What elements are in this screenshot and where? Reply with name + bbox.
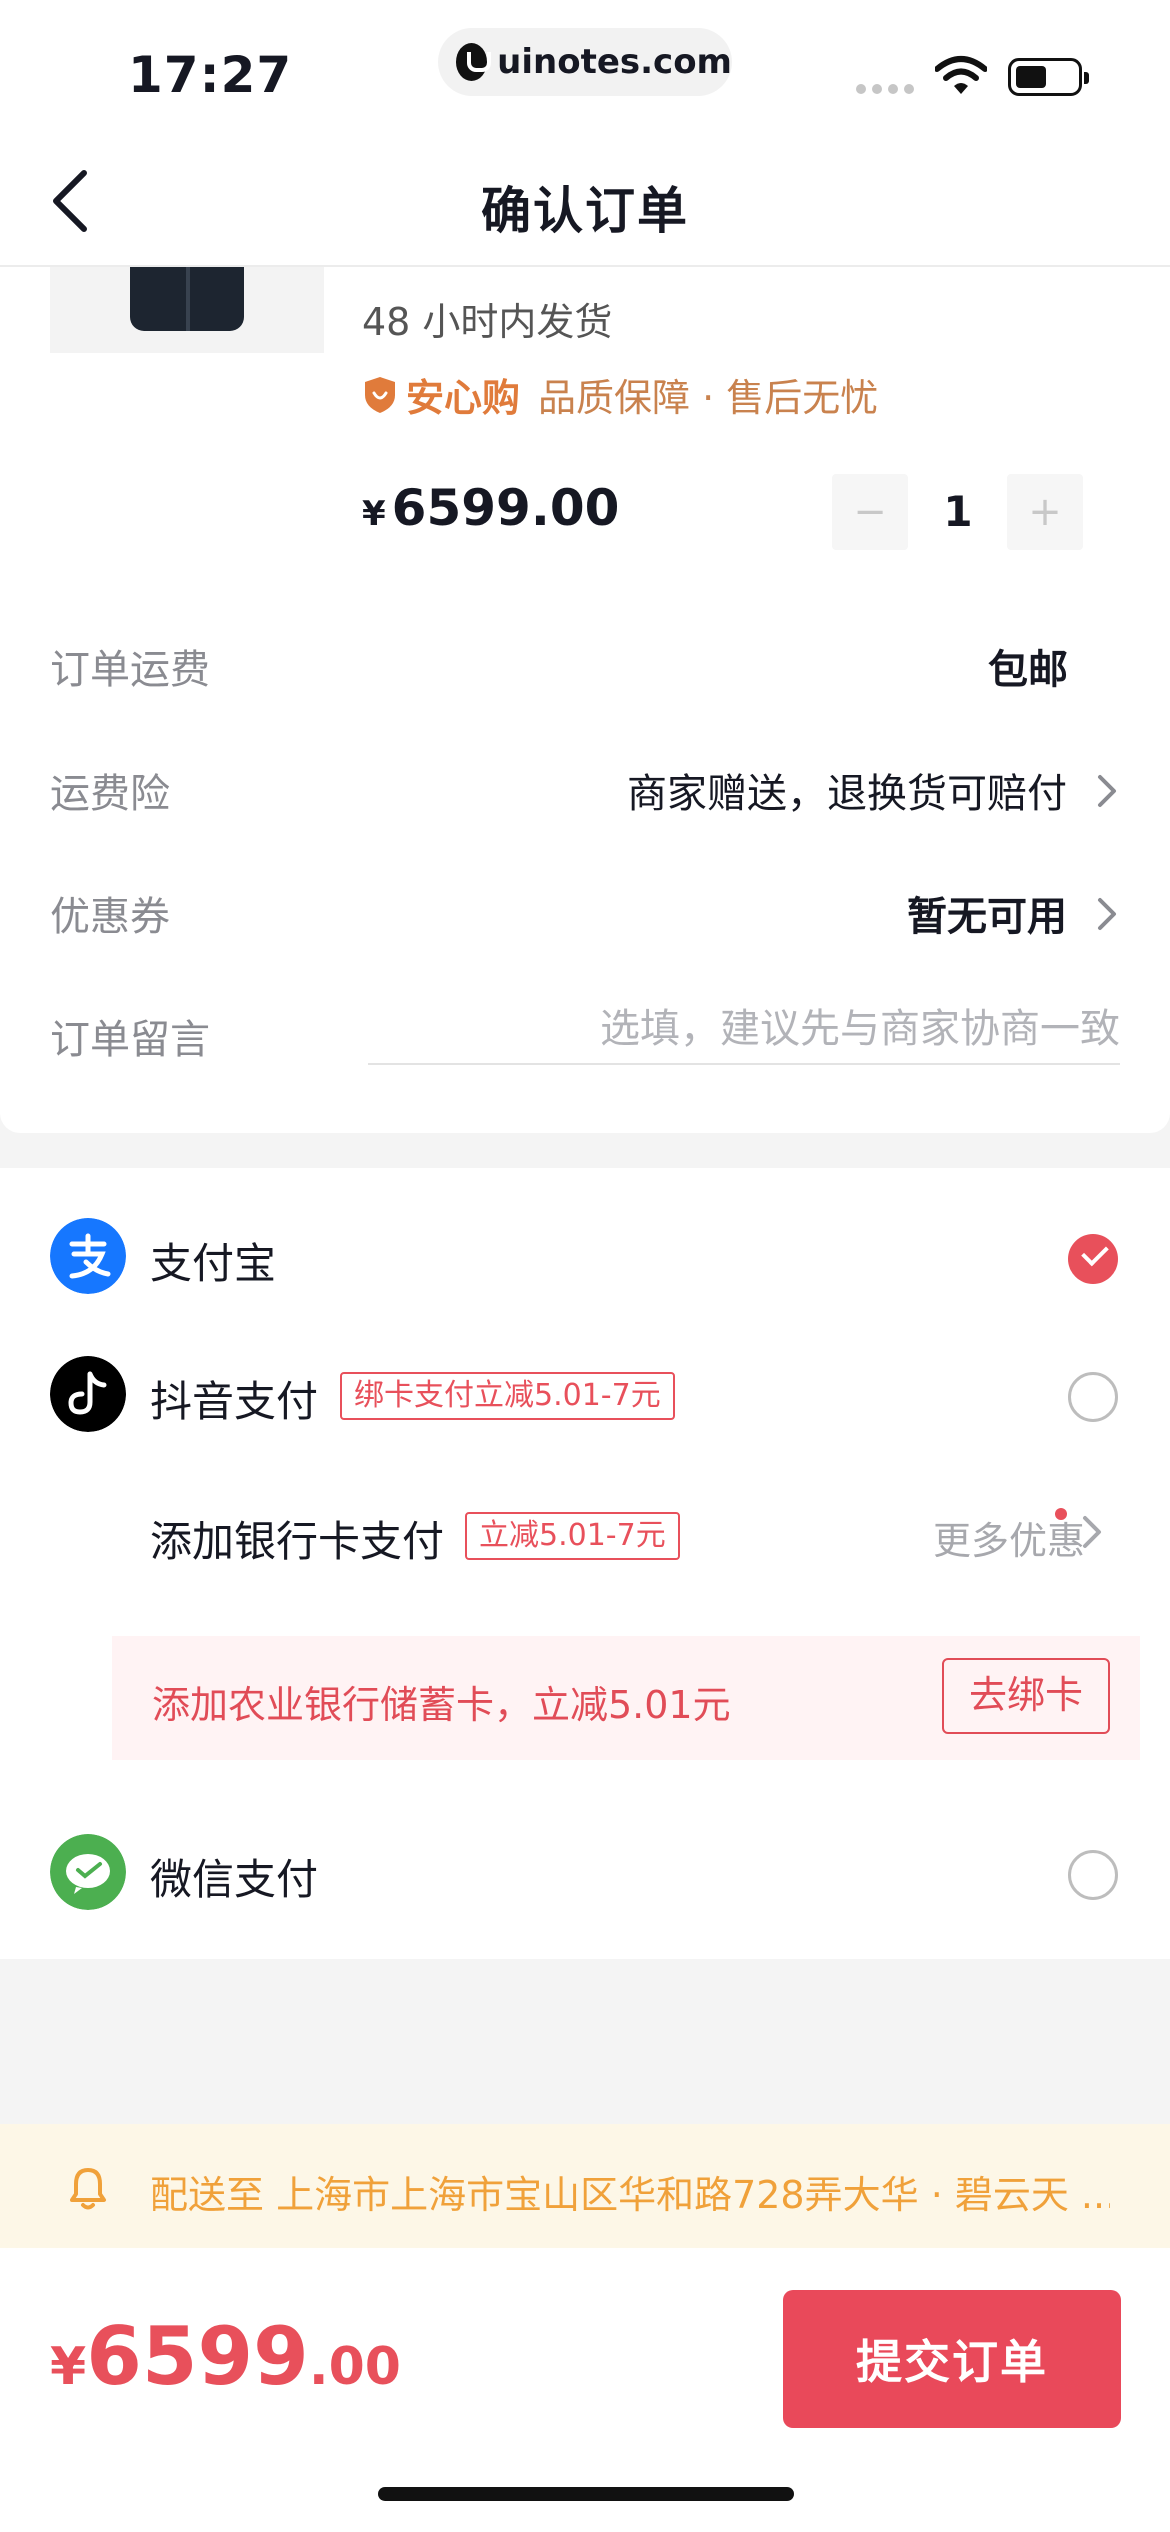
submit-order-button[interactable]: 提交订单 [783, 2290, 1121, 2428]
bank-promo-tag: 立减5.01-7元 [465, 1512, 680, 1560]
chevron-right-icon [1081, 1514, 1103, 1550]
total-currency: ¥ [50, 2337, 87, 2397]
quantity-increase-button[interactable]: + [1007, 474, 1083, 550]
bell-icon [70, 2168, 106, 2210]
product-price: ¥6599.00 [362, 479, 619, 537]
url-text: uinotes.com [497, 42, 732, 82]
price-amount: 6599.00 [391, 479, 620, 537]
price-currency: ¥ [362, 494, 386, 534]
notification-dot [1055, 1508, 1067, 1520]
alipay-radio-checked[interactable] [1068, 1234, 1118, 1284]
shipping-insurance-label: 运费险 [50, 771, 170, 817]
shipping-fee-label: 订单运费 [50, 647, 210, 693]
payment-option-alipay[interactable]: 支付宝 [0, 1204, 1170, 1304]
add-bank-card-row[interactable]: 添加银行卡支付 立减5.01-7元 更多优惠 [0, 1482, 1170, 1582]
douyin-icon [50, 1356, 126, 1432]
product-card: 48 小时内发货 安心购 品质保障 · 售后无忧 ¥6599.00 − 1 + … [0, 267, 1170, 1133]
alipay-label: 支付宝 [150, 1239, 277, 1288]
alipay-icon [50, 1218, 126, 1294]
shipping-fee-value: 包邮 [988, 647, 1068, 693]
payment-option-wechat[interactable]: 微信支付 [0, 1820, 1170, 1920]
wechat-radio[interactable] [1068, 1850, 1118, 1900]
quantity-value: 1 [943, 487, 973, 536]
order-confirm-page: 17:27 uinotes.com 确认订单 48 小时内发货 安心购 品质保障… [0, 0, 1170, 2532]
chevron-right-icon [1096, 896, 1118, 932]
wifi-icon [935, 56, 987, 94]
bind-card-text: 添加农业银行储蓄卡，立减5.01元 [152, 1683, 731, 1727]
coupon-value: 暂无可用 [907, 894, 1067, 940]
battery-icon [1008, 58, 1089, 96]
cellular-signal-icon [856, 84, 914, 94]
product-phone-image [130, 267, 244, 331]
order-note-row: 订单留言 [0, 987, 1170, 1077]
delivery-address-text: 配送至 上海市上海市宝山区华和路728弄大华 · 碧云天 ... [150, 2173, 1110, 2217]
nav-bar: 确认订单 [0, 135, 1170, 267]
coupon-row[interactable]: 优惠券 暂无可用 [0, 864, 1170, 954]
add-bank-card-label: 添加银行卡支付 [150, 1517, 445, 1566]
bind-card-banner: 添加农业银行储蓄卡，立减5.01元 去绑卡 [112, 1636, 1140, 1760]
shield-icon [365, 376, 395, 413]
douyin-pay-label: 抖音支付 [150, 1377, 319, 1426]
uinotes-logo-icon [456, 43, 492, 81]
url-pill: uinotes.com [438, 28, 732, 96]
guarantee-text: 品质保障 · 售后无忧 [538, 376, 879, 420]
delivery-time: 48 小时内发货 [362, 300, 613, 344]
douyin-promo-tag: 绑卡支付立减5.01-7元 [340, 1372, 675, 1420]
total-decimal: .00 [308, 2337, 401, 2397]
payment-option-douyin[interactable]: 抖音支付 绑卡支付立减5.01-7元 [0, 1342, 1170, 1442]
order-note-label: 订单留言 [50, 1017, 210, 1063]
wechat-pay-icon [50, 1834, 126, 1910]
order-note-input[interactable] [368, 995, 1120, 1065]
status-bar: 17:27 uinotes.com [0, 0, 1170, 135]
shipping-fee-row: 订单运费 包邮 [0, 617, 1170, 707]
douyin-radio[interactable] [1068, 1372, 1118, 1422]
product-thumbnail[interactable] [50, 267, 324, 353]
total-price: ¥6599.00 [50, 2310, 401, 2403]
wechat-pay-label: 微信支付 [150, 1855, 319, 1904]
chevron-right-icon [1096, 773, 1118, 809]
guarantee-badge[interactable]: 安心购 品质保障 · 售后无忧 [362, 367, 878, 422]
bind-card-button[interactable]: 去绑卡 [942, 1658, 1110, 1734]
home-indicator [378, 2487, 794, 2501]
status-time: 17:27 [128, 46, 293, 104]
shipping-insurance-row[interactable]: 运费险 商家赠送，退换货可赔付 [0, 741, 1170, 831]
guarantee-brand: 安心购 [406, 376, 521, 420]
total-integer: 6599 [86, 2310, 309, 2403]
coupon-label: 优惠券 [50, 894, 170, 940]
shipping-insurance-value: 商家赠送，退换货可赔付 [627, 771, 1067, 817]
quantity-decrease-button[interactable]: − [832, 474, 908, 550]
page-title: 确认订单 [481, 182, 689, 240]
delivery-address-bar[interactable]: 配送至 上海市上海市宝山区华和路728弄大华 · 碧云天 ... [0, 2124, 1170, 2248]
